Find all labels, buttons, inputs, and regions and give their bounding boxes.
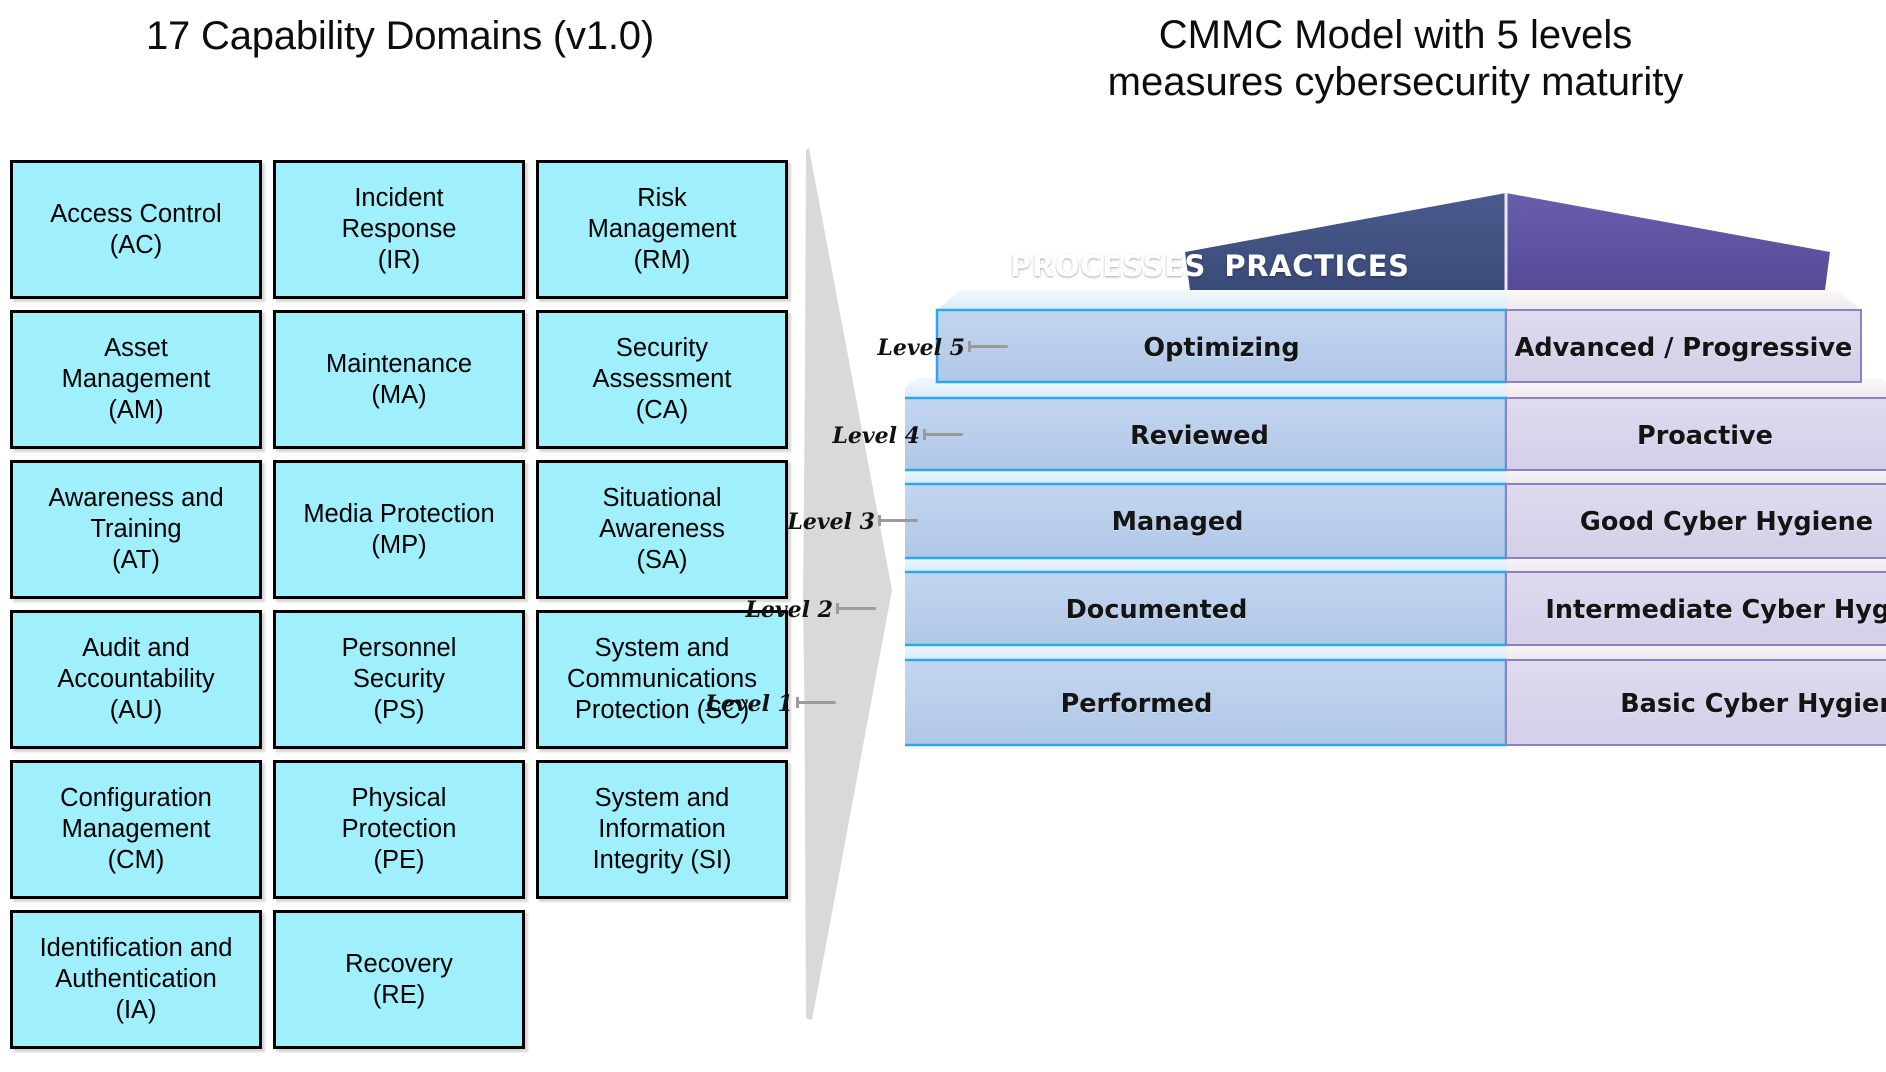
domain-box-ac[interactable]: Access Control (AC) (10, 160, 262, 299)
level-2-process-text: Documented (1065, 595, 1248, 625)
level-4-process-text: Reviewed (1130, 421, 1269, 451)
cmmc-model-panel: CMMC Model with 5 levels measures cybers… (705, 0, 1886, 1072)
cmmc-pyramid: PROCESSES PRACTICES Level 5 Optimizing A… (705, 0, 1886, 1072)
capability-domains-panel: 17 Capability Domains (v1.0) Access Cont… (0, 0, 800, 1072)
level-1-practice-text: Basic Cyber Hygiene (1620, 689, 1886, 719)
level-4-practice-text: Proactive (1637, 421, 1773, 451)
domain-box-at[interactable]: Awareness and Training (AT) (10, 460, 262, 599)
level-5-practice-text: Advanced / Progressive (1514, 333, 1853, 363)
capability-domains-grid: Access Control (AC) Incident Response (I… (10, 160, 790, 1060)
domain-row: Access Control (AC) Incident Response (I… (10, 160, 790, 299)
domain-row: Configuration Management (CM) Physical P… (10, 760, 790, 899)
level-1-process-text: Performed (1060, 689, 1213, 719)
domain-box-placeholder (536, 910, 788, 1049)
domain-box-si[interactable]: System and Information Integrity (SI) (536, 760, 788, 899)
domain-row: Audit and Accountability (AU) Personnel … (10, 610, 790, 749)
domain-box-sc[interactable]: System and Communications Protection (SC… (536, 610, 788, 749)
domain-box-re[interactable]: Recovery (RE) (273, 910, 525, 1049)
domain-row: Awareness and Training (AT) Media Protec… (10, 460, 790, 599)
left-panel-title: 17 Capability Domains (v1.0) (146, 14, 654, 58)
level-5-process-text: Optimizing (1143, 333, 1300, 363)
domain-box-cm[interactable]: Configuration Management (CM) (10, 760, 262, 899)
domain-box-ir[interactable]: Incident Response (IR) (273, 160, 525, 299)
domain-box-ca[interactable]: Security Assessment (CA) (536, 310, 788, 449)
right-arrow-chevron-icon (803, 148, 892, 1022)
roof-label-processes: PROCESSES (1010, 249, 1206, 283)
level-2-practice-text: Intermediate Cyber Hygiene (1545, 595, 1886, 625)
domain-box-rm[interactable]: Risk Management (RM) (536, 160, 788, 299)
divider-arrow (795, 130, 905, 1040)
domain-box-ma[interactable]: Maintenance (MA) (273, 310, 525, 449)
domain-box-ia[interactable]: Identification and Authentication (IA) (10, 910, 262, 1049)
domain-box-mp[interactable]: Media Protection (MP) (273, 460, 525, 599)
level-3-process-text: Managed (1111, 507, 1244, 537)
level-3-practice-text: Good Cyber Hygiene (1579, 507, 1874, 537)
domain-box-am[interactable]: Asset Management (AM) (10, 310, 262, 449)
domain-box-pe[interactable]: Physical Protection (PE) (273, 760, 525, 899)
domain-box-au[interactable]: Audit and Accountability (AU) (10, 610, 262, 749)
domain-row: Asset Management (AM) Maintenance (MA) S… (10, 310, 790, 449)
domain-box-sa[interactable]: Situational Awareness (SA) (536, 460, 788, 599)
domain-row: Identification and Authentication (IA) R… (10, 910, 790, 1049)
roof-label-practices: PRACTICES (1224, 249, 1410, 283)
domain-box-ps[interactable]: Personnel Security (PS) (273, 610, 525, 749)
